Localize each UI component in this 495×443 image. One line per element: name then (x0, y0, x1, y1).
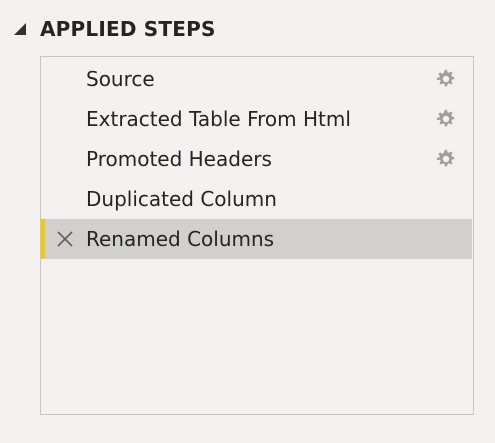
step-item-extracted-table[interactable]: Extracted Table From Html (41, 99, 472, 139)
close-x-icon[interactable] (56, 230, 74, 248)
step-label: Source (86, 67, 155, 91)
section-title: APPLIED STEPS (40, 17, 216, 41)
step-item-renamed-columns[interactable]: Renamed Columns (41, 219, 472, 259)
gear-icon[interactable] (435, 148, 457, 170)
applied-steps-header[interactable]: APPLIED STEPS (13, 14, 216, 44)
gear-icon[interactable] (435, 68, 457, 90)
applied-steps-list: Source Extracted Table From Html Promote… (40, 56, 474, 415)
step-label: Promoted Headers (86, 147, 272, 171)
step-item-source[interactable]: Source (41, 59, 472, 99)
step-label: Extracted Table From Html (86, 107, 351, 131)
step-item-duplicated-column[interactable]: Duplicated Column (41, 179, 472, 219)
collapse-triangle-icon[interactable] (13, 22, 27, 36)
gear-icon[interactable] (435, 108, 457, 130)
step-label: Duplicated Column (86, 187, 277, 211)
selected-indicator-bar (41, 219, 45, 259)
step-item-promoted-headers[interactable]: Promoted Headers (41, 139, 472, 179)
step-label: Renamed Columns (86, 227, 275, 251)
